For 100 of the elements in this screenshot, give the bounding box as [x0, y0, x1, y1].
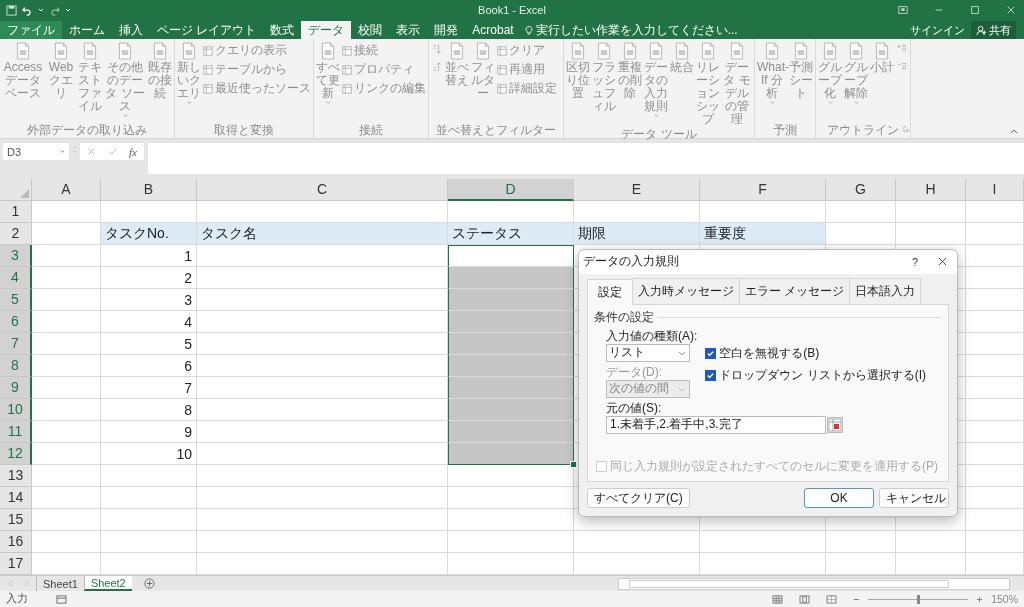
column-header[interactable]: D [448, 179, 574, 201]
row-header[interactable]: 6 [0, 311, 32, 333]
column-header[interactable]: C [197, 179, 448, 201]
ribbon-button[interactable]: プロパティ [341, 60, 427, 79]
ribbon-button[interactable]: リレーションシップ [695, 41, 721, 127]
row-header[interactable]: 9 [0, 377, 32, 399]
column-header[interactable]: A [32, 179, 101, 201]
ribbon-button[interactable]: クリア [496, 41, 558, 60]
tell-me-field[interactable]: 実行したい作業を入力してください... [520, 21, 775, 39]
ribbon-button[interactable]: 小計 [869, 41, 895, 75]
sheet-tab[interactable]: Sheet2 [83, 576, 132, 591]
sign-in-link[interactable]: サインイン [904, 21, 971, 39]
group-label: アウトライン [827, 123, 899, 137]
ribbon-button[interactable]: すべて更新 [315, 41, 341, 106]
column-header[interactable]: I [966, 179, 1024, 201]
ribbon-button[interactable]: グループ解除 [843, 41, 869, 106]
dialog-tab[interactable]: 日本語入力 [849, 277, 922, 304]
ribbon-tab[interactable]: 開発 [427, 21, 466, 39]
allow-dropdown[interactable]: リスト [606, 343, 690, 362]
dialog-button[interactable]: キャンセル [879, 488, 949, 508]
table-cell: 10 [101, 443, 197, 465]
dialog-button[interactable]: すべてクリア(C) [587, 488, 690, 508]
group-label: データ ツール [621, 127, 697, 141]
ribbon-tab[interactable]: ページ レイアウト [150, 21, 264, 39]
ribbon-button[interactable]: What-If 分析 [756, 41, 788, 106]
ribbon-button[interactable]: 接続 [341, 41, 427, 60]
share-button[interactable]: 共有 [971, 21, 1016, 39]
ribbon-button[interactable]: データの入力規則 [643, 41, 669, 119]
row-header[interactable]: 17 [0, 553, 32, 575]
ribbon-button[interactable]: 重複の削除 [617, 41, 643, 101]
checkbox-label[interactable]: ドロップダウン リストから選択する(I) [719, 366, 926, 384]
field-label: 入力値の種類(A): [606, 328, 698, 344]
ribbon-button[interactable]: クエリの表示 [202, 41, 312, 60]
row-header[interactable]: 15 [0, 509, 32, 531]
ribbon-button[interactable]: 並べ替え [444, 41, 470, 88]
ribbon-button[interactable]: 再適用 [496, 60, 558, 79]
row-header[interactable]: 4 [0, 267, 32, 289]
ribbon-button[interactable]: 予測シート [788, 41, 814, 101]
zoom-level[interactable]: 150% [991, 593, 1018, 605]
ribbon-button[interactable]: その他のデータ ソース [103, 41, 147, 119]
table-cell: タスク名 [197, 223, 448, 245]
row-header[interactable]: 5 [0, 289, 32, 311]
ribbon-button[interactable]: グループ化 [817, 41, 843, 106]
ribbon-button[interactable]: 新しいクエリ [176, 41, 202, 106]
row-header[interactable]: 10 [0, 399, 32, 421]
help-button[interactable]: ? [911, 255, 918, 268]
ribbon-tab[interactable]: 数式 [263, 21, 302, 39]
ribbon-tab[interactable]: データ [301, 21, 352, 39]
table-cell: ステータス [448, 223, 574, 245]
ribbon-button[interactable]: 詳細設定 [496, 79, 558, 98]
dialog-title: データの入力規則 [583, 253, 679, 271]
ribbon-button[interactable]: フィルター [470, 41, 496, 101]
ribbon-button[interactable]: 統合 [669, 41, 695, 75]
table-cell: 重要度 [700, 223, 826, 245]
ribbon-button[interactable]: 既存の接続 [147, 41, 173, 101]
ribbon-tab[interactable]: ホーム [62, 21, 112, 39]
ribbon-tab[interactable]: 挿入 [112, 21, 150, 39]
ribbon-button[interactable]: 区切り位置 [565, 41, 591, 101]
group-label: 並べ替えとフィルター [436, 123, 556, 137]
ribbon-tab[interactable]: 表示 [389, 21, 428, 39]
ribbon-button[interactable]: フラッシュフィル [591, 41, 617, 114]
ribbon-tab[interactable]: ファイル [0, 21, 62, 39]
table-cell: 8 [101, 399, 197, 421]
row-header[interactable]: 7 [0, 333, 32, 355]
insert-function-button[interactable]: fx [129, 145, 137, 158]
ribbon-button[interactable]: テキストファイル [77, 41, 103, 114]
source-field[interactable]: 1.未着手,2.着手中,3.完了 [606, 415, 826, 434]
ribbon-tab[interactable]: Acrobat [465, 21, 521, 39]
row-header[interactable]: 11 [0, 421, 32, 443]
dialog-button[interactable]: OK [804, 488, 874, 508]
row-header[interactable]: 2 [0, 223, 32, 245]
group-label: 予測 [773, 123, 797, 137]
column-header[interactable]: B [101, 179, 197, 201]
table-cell: 2 [101, 267, 197, 289]
column-header[interactable]: G [826, 179, 896, 201]
row-header[interactable]: 1 [0, 201, 32, 223]
status-mode: 入力 [6, 592, 28, 606]
group-label: 取得と変換 [214, 123, 274, 137]
checkbox-label[interactable]: 空白を無視する(B) [719, 344, 820, 362]
ribbon-button[interactable]: Access データベース [1, 41, 45, 101]
dialog-tab[interactable]: 設定 [587, 278, 633, 305]
table-cell: 5 [101, 333, 197, 355]
ribbon-button[interactable]: データ モデルの管理 [721, 41, 753, 127]
ribbon-button[interactable]: 最近使ったソース [202, 79, 312, 98]
ribbon-button[interactable]: テーブルから [202, 60, 312, 79]
field-label: 元の値(S): [605, 400, 663, 416]
ribbon-button[interactable]: リンクの編集 [341, 79, 427, 98]
row-header[interactable]: 3 [0, 245, 32, 267]
ribbon-button[interactable]: Web クエリ [45, 41, 77, 101]
group-label: 外部データの取り込み [27, 123, 147, 137]
row-header[interactable]: 8 [0, 355, 32, 377]
row-header[interactable]: 12 [0, 443, 32, 465]
row-header[interactable]: 14 [0, 487, 32, 509]
name-box[interactable]: D3 [3, 143, 69, 160]
ribbon-tab[interactable]: 校閲 [351, 21, 390, 39]
column-header[interactable]: E [574, 179, 700, 201]
column-header[interactable]: H [896, 179, 966, 201]
column-header[interactable]: F [700, 179, 826, 201]
row-header[interactable]: 16 [0, 531, 32, 553]
row-header[interactable]: 13 [0, 465, 32, 487]
